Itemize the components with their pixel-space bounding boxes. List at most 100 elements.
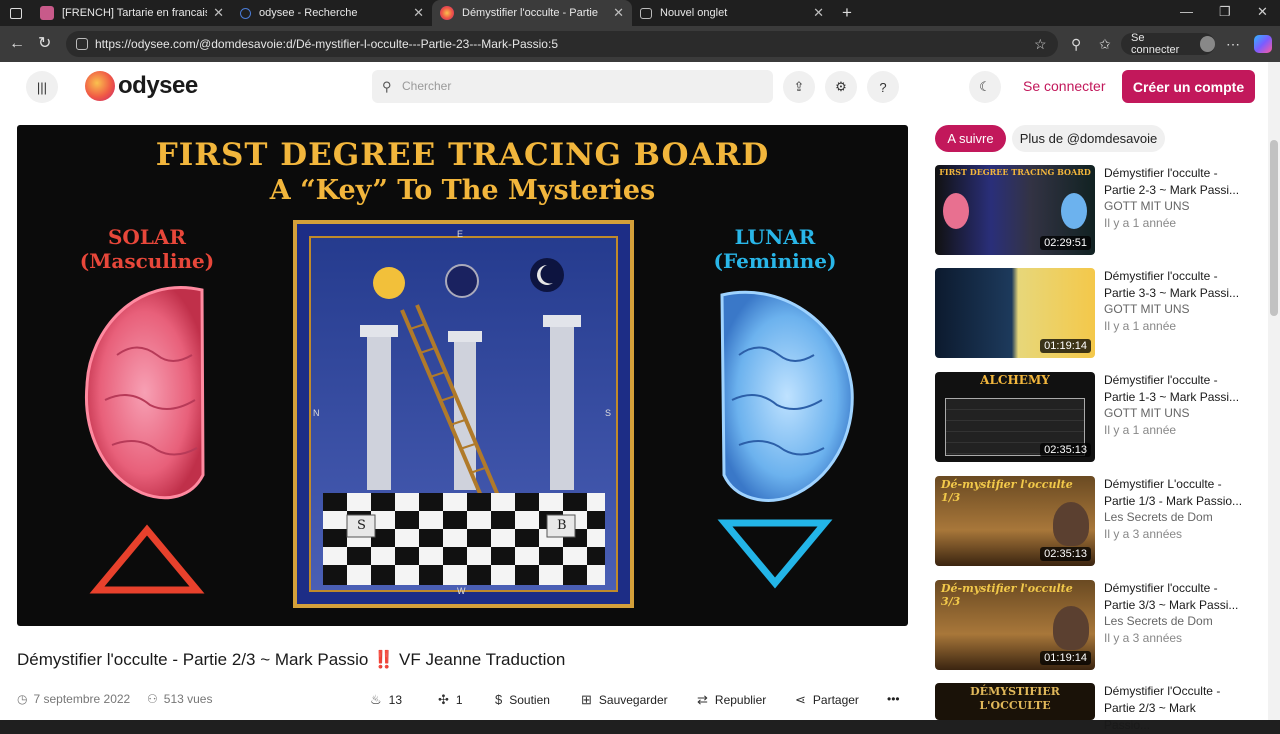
- board-letter-east: E: [457, 229, 464, 239]
- board-letter-north: N: [313, 408, 320, 418]
- tab-actions-icon[interactable]: [0, 0, 32, 26]
- odysee-logo-icon: [85, 71, 115, 101]
- minimize-button[interactable]: —: [1180, 4, 1193, 19]
- recommended-channel[interactable]: Les Secrets de Dom: [1104, 614, 1213, 628]
- odysee-logo[interactable]: odysee: [85, 71, 198, 101]
- url-field[interactable]: https://odysee.com/@domdesavoie:d/Dé-mys…: [66, 31, 1058, 57]
- recommended-date: Il y a 3 années: [1104, 631, 1183, 645]
- create-account-button[interactable]: Créer un compte: [1122, 70, 1255, 103]
- video-thumbnail[interactable]: 01:19:14: [935, 268, 1095, 358]
- save-button[interactable]: ⊞ Sauvegarder: [581, 692, 668, 708]
- tab-more-from-channel[interactable]: Plus de @domdesavoie: [1012, 125, 1165, 152]
- thumb-caption: FIRST DEGREE TRACING BOARD: [939, 167, 1091, 177]
- recommended-item[interactable]: Dé-mystifier l'occulte 1/3 02:35:13 Démy…: [935, 476, 1255, 566]
- repost-label: Republier: [714, 693, 767, 707]
- refresh-icon[interactable]: ↻: [38, 35, 51, 53]
- tab-demystifier[interactable]: Démystifier l'occulte - Partie ✕: [432, 0, 632, 26]
- recommended-item[interactable]: 01:19:14 Démystifier l'occulte - Partie …: [935, 268, 1255, 358]
- support-button[interactable]: $ Soutien: [495, 692, 550, 707]
- tab-label: odysee - Recherche: [259, 7, 358, 19]
- people-icon: ⚇: [147, 692, 158, 706]
- address-bar-row: ← ↻ https://odysee.com/@domdesavoie:d/Dé…: [0, 26, 1280, 62]
- fire-reaction-button[interactable]: ♨ 13: [370, 692, 402, 708]
- recommended-date: Il y a 1 année: [1104, 216, 1177, 230]
- tab-tartarie[interactable]: [FRENCH] Tartarie en francais ✕: [32, 0, 232, 26]
- video-title: Démystifier l'occulte - Partie 2/3 ~ Mar…: [17, 650, 566, 669]
- search-placeholder: Chercher: [402, 79, 452, 93]
- signin-link[interactable]: Se connecter: [1023, 78, 1106, 94]
- video-player[interactable]: FIRST DEGREE TRACING BOARD A “Key” To Th…: [17, 125, 908, 626]
- recommended-channel[interactable]: GOTT MIT UNS: [1104, 199, 1190, 213]
- settings-button[interactable]: ⚙: [825, 71, 857, 103]
- recommended-date: Il y a 1 année: [1104, 319, 1177, 333]
- recommended-title[interactable]: Démystifier l'occulte - Partie 3-3 ~ Mar…: [1104, 268, 1244, 302]
- favorites-icon[interactable]: ✩: [1099, 36, 1111, 53]
- recommended-date: Il y a 1 année: [1104, 423, 1177, 437]
- page-scrollbar[interactable]: [1268, 62, 1280, 720]
- tab-new-tab[interactable]: Nouvel onglet ✕: [632, 0, 832, 26]
- moon-icon: ☾: [979, 79, 991, 94]
- close-icon[interactable]: ✕: [813, 5, 824, 21]
- recommended-title[interactable]: Démystifier l'Occulte - Partie 2/3 ~ Mar…: [1104, 683, 1244, 734]
- video-thumbnail[interactable]: ALCHEMY 02:35:13: [935, 372, 1095, 462]
- publish-date-text: 7 septembre 2022: [33, 692, 131, 706]
- extensions-icon[interactable]: ⚲: [1071, 36, 1081, 53]
- new-tab-icon: [640, 7, 652, 19]
- thumb-caption: ALCHEMY: [980, 373, 1050, 387]
- new-tab-button[interactable]: +: [842, 3, 852, 23]
- video-thumbnail[interactable]: DÉMYSTIFIER L'OCCULTE: [935, 683, 1095, 720]
- browser-tab-bar: [FRENCH] Tartarie en francais ✕ odysee -…: [0, 0, 1280, 26]
- back-icon[interactable]: ←: [9, 35, 25, 53]
- favorite-star-icon[interactable]: ☆: [1034, 36, 1047, 53]
- more-dots-icon: •••: [887, 692, 900, 706]
- site-info-icon[interactable]: [76, 38, 88, 50]
- fire-icon: ♨: [370, 692, 382, 707]
- more-menu-icon[interactable]: ⋯: [1226, 36, 1240, 53]
- maximize-button[interactable]: ❐: [1219, 4, 1231, 20]
- scrollbar-thumb[interactable]: [1270, 140, 1278, 316]
- copilot-icon[interactable]: [1254, 35, 1272, 53]
- recommended-channel[interactable]: GOTT MIT UNS: [1104, 406, 1190, 420]
- more-actions-button[interactable]: •••: [887, 692, 900, 706]
- close-window-button[interactable]: ✕: [1257, 4, 1268, 20]
- slime-reaction-button[interactable]: ✣ 1: [438, 692, 463, 708]
- tab-up-next[interactable]: A suivre: [935, 125, 1006, 152]
- tracing-board-art: [84, 220, 854, 608]
- playlist-add-icon: ⊞: [581, 692, 592, 707]
- recommended-item[interactable]: DÉMYSTIFIER L'OCCULTE Démystifier l'Occu…: [935, 683, 1255, 732]
- video-thumbnail[interactable]: Dé-mystifier l'occulte 3/3 01:19:14: [935, 580, 1095, 670]
- upload-button[interactable]: ⇪: [783, 71, 815, 103]
- lunar-triangle: [717, 519, 833, 589]
- recommended-channel[interactable]: Les Secrets de Dom: [1104, 510, 1213, 524]
- checkered-floor: [323, 493, 605, 585]
- tab-odysee-search[interactable]: odysee - Recherche ✕: [232, 0, 432, 26]
- close-icon[interactable]: ✕: [413, 5, 424, 21]
- recommended-title[interactable]: Démystifier L'occulte - Partie 1/3 - Mar…: [1104, 476, 1244, 510]
- close-icon[interactable]: ✕: [213, 5, 224, 21]
- support-label: Soutien: [509, 692, 550, 707]
- board-letter-west: W: [457, 586, 466, 596]
- video-thumbnail[interactable]: FIRST DEGREE TRACING BOARD 02:29:51: [935, 165, 1095, 255]
- theme-toggle-button[interactable]: ☾: [969, 71, 1001, 103]
- search-input[interactable]: ⚲ Chercher: [372, 70, 773, 103]
- browser-profile-button[interactable]: Se connecter: [1121, 32, 1215, 56]
- browser-signin-label: Se connecter: [1131, 32, 1180, 56]
- menu-button[interactable]: |||: [26, 71, 58, 103]
- tab-label: [FRENCH] Tartarie en francais: [62, 7, 208, 19]
- repost-button[interactable]: ⇄ Republier: [697, 692, 766, 708]
- recommended-title[interactable]: Démystifier l'occulte - Partie 2-3 ~ Mar…: [1104, 165, 1244, 199]
- solar-brain: [84, 286, 205, 500]
- recommended-item[interactable]: ALCHEMY 02:35:13 Démystifier l'occulte -…: [935, 372, 1255, 462]
- recommended-item[interactable]: Dé-mystifier l'occulte 3/3 01:19:14 Démy…: [935, 580, 1255, 670]
- recommended-item[interactable]: FIRST DEGREE TRACING BOARD 02:29:51 Démy…: [935, 165, 1255, 255]
- close-icon[interactable]: ✕: [613, 5, 624, 21]
- recommended-channel[interactable]: GOTT MIT UNS: [1104, 302, 1190, 316]
- recommended-title[interactable]: Démystifier l'occulte - Partie 3/3 ~ Mar…: [1104, 580, 1244, 614]
- video-thumbnail[interactable]: Dé-mystifier l'occulte 1/3 02:35:13: [935, 476, 1095, 566]
- dollar-icon: $: [495, 692, 503, 707]
- help-button[interactable]: ?: [867, 71, 899, 103]
- menu-icon: |||: [36, 79, 48, 95]
- recommended-title[interactable]: Démystifier l'occulte - Partie 1-3 ~ Mar…: [1104, 372, 1244, 406]
- search-icon: ⚲: [382, 79, 392, 94]
- share-button[interactable]: ⋖ Partager: [795, 692, 859, 708]
